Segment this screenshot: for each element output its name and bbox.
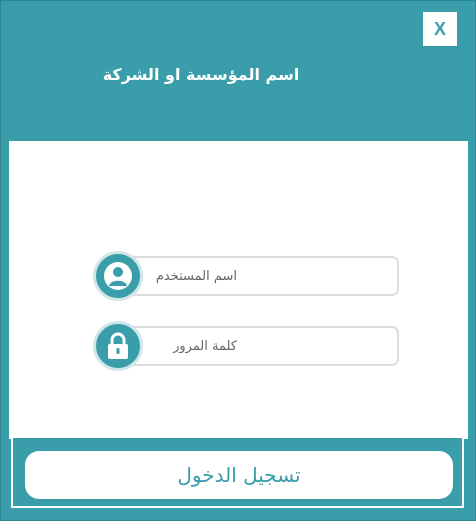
close-button[interactable]: X (423, 12, 457, 46)
footer: تسجيل الدخول (11, 438, 464, 508)
org-title: اسم المؤسسة او الشركة (102, 65, 300, 84)
password-row (93, 321, 401, 371)
login-form (9, 141, 468, 439)
header: اسم المؤسسة او الشركة X (1, 1, 475, 141)
password-input[interactable] (123, 326, 399, 366)
login-button[interactable]: تسجيل الدخول (25, 451, 453, 499)
login-window: اسم المؤسسة او الشركة X اسم المستخدم تسج… (0, 0, 476, 521)
user-icon (93, 251, 143, 301)
username-row (93, 251, 401, 301)
lock-icon (93, 321, 143, 371)
username-input[interactable] (123, 256, 399, 296)
